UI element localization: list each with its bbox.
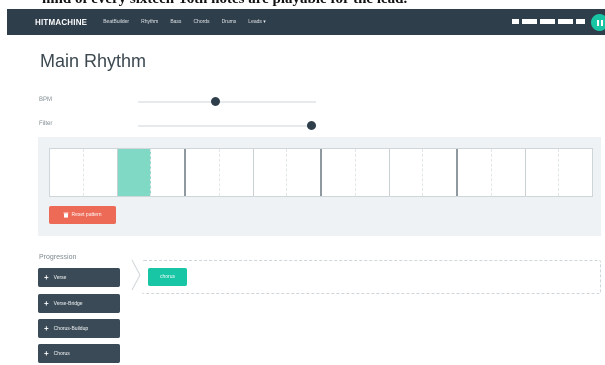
sequencer-step[interactable] [117,149,152,196]
add-chorus-buildup-button[interactable]: + Chorus-Buildup [38,319,120,338]
add-verse-bridge-label: Verse-Bridge [53,300,83,307]
sequencer-step[interactable] [84,149,118,196]
sequencer-step[interactable] [356,149,390,196]
chevron-right-icon [131,260,141,290]
bpm-label: BPM [39,97,53,103]
nav-item-rhythm[interactable]: Rhythm [141,19,158,25]
add-chorus-label: Chorus [53,350,70,357]
sequencer-step[interactable] [559,149,592,196]
nav-item-leads-dropdown[interactable]: Leads ▾ [248,19,266,25]
nav-item-bass[interactable]: Bass [170,19,181,25]
level-meter [511,18,586,25]
progression-chip-chorus[interactable]: chorus [148,268,187,286]
plus-icon: + [44,299,49,308]
chip-label: chorus [159,274,175,280]
trash-icon [63,212,69,218]
sequencer-step[interactable] [423,149,458,196]
pause-button[interactable] [591,14,605,31]
sequencer-step[interactable] [526,149,560,196]
filter-label: Filter [39,121,53,127]
add-chorus-buildup-label: Chorus-Buildup [53,325,89,332]
reset-pattern-label: Reset pattern [71,212,102,218]
progression-dropzone[interactable] [142,260,601,294]
nav-item-drums[interactable]: Drums [222,19,237,25]
sequencer-step[interactable] [492,149,526,196]
progression-label: Progression [39,254,77,261]
add-verse-label: Verse [53,274,67,281]
sequencer-step[interactable] [220,149,254,196]
sequencer-step[interactable] [322,149,356,196]
sequencer-step[interactable] [254,149,288,196]
sequencer-step[interactable] [287,149,322,196]
reset-pattern-button[interactable]: Reset pattern [49,206,116,224]
nav-item-chords[interactable]: Chords [193,19,209,25]
filter-slider-handle[interactable] [306,121,316,130]
add-verse-bridge-button[interactable]: + Verse-Bridge [38,294,120,313]
plus-icon: + [44,324,49,333]
page-title: Main Rhythm [40,51,147,71]
top-navbar: HITMACHINE BeatBuilder Rhythm Bass Chord… [7,9,605,35]
sequencer-step[interactable] [390,149,424,196]
pause-icon [596,19,603,26]
caption-text: hind of every sixteen-16th notes are pla… [42,0,407,8]
bpm-slider[interactable] [138,97,316,106]
sequencer-step[interactable] [458,149,492,196]
plus-icon: + [44,349,49,358]
sequencer-step[interactable] [151,149,186,196]
add-chorus-button[interactable]: + Chorus [38,344,120,363]
bpm-slider-handle[interactable] [210,97,220,106]
step-grid [49,148,593,197]
page-caption: hind of every sixteen-16th notes are pla… [0,0,605,9]
nav-menu: BeatBuilder Rhythm Bass Chords Drums Lea… [103,19,278,25]
brand-logo[interactable]: HITMACHINE [35,18,87,27]
nav-item-beatbuilder[interactable]: BeatBuilder [103,19,129,25]
sequencer-step[interactable] [50,149,84,196]
filter-slider[interactable] [138,121,316,130]
add-verse-button[interactable]: + Verse [38,268,120,287]
plus-icon: + [44,273,49,282]
sequencer-panel: Reset pattern [38,137,601,236]
sequencer-step[interactable] [186,149,220,196]
